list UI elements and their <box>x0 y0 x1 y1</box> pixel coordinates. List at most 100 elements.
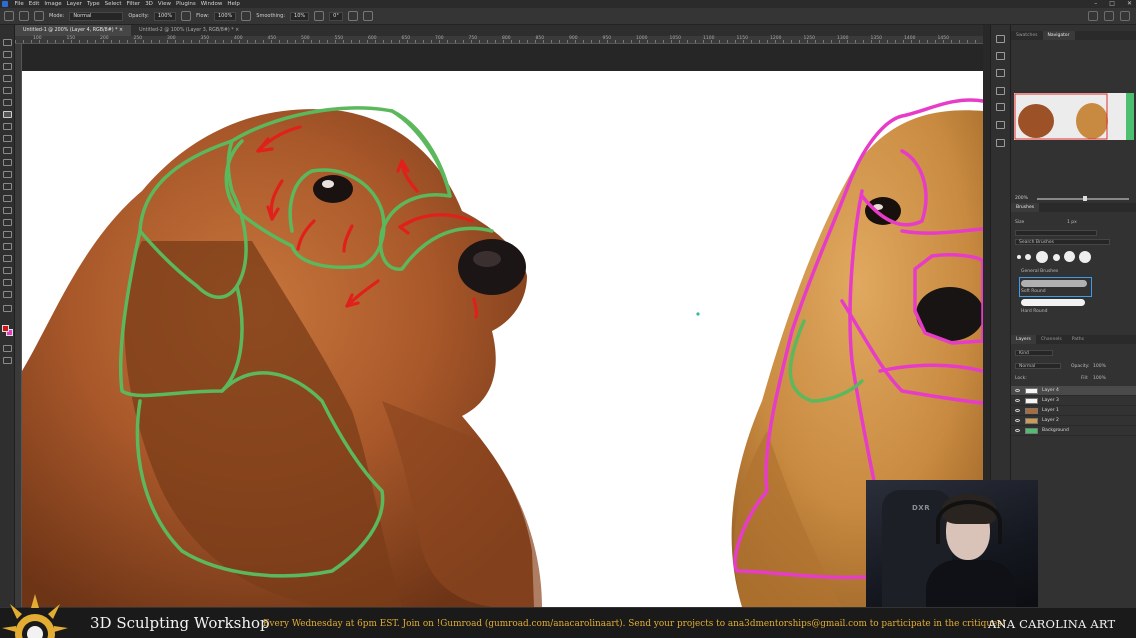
home-icon[interactable] <box>4 11 14 21</box>
zoom-tool-icon[interactable] <box>3 291 12 298</box>
document-canvas[interactable] <box>22 71 983 607</box>
brush-tool-preset-icon[interactable] <box>19 11 29 21</box>
rotate-view-tool-icon[interactable] <box>3 279 12 286</box>
menu-view[interactable]: View <box>155 0 173 8</box>
airbrush-icon[interactable] <box>241 11 252 21</box>
history-panel-icon[interactable] <box>996 35 1005 43</box>
brush-tool-icon[interactable] <box>3 111 12 118</box>
mode-select[interactable]: Normal <box>69 11 124 21</box>
layer-filter-select[interactable]: Kind <box>1015 350 1053 356</box>
quick-mask-icon[interactable] <box>3 345 12 352</box>
menu-edit[interactable]: Edit <box>26 0 42 8</box>
clone-stamp-tool-icon[interactable] <box>3 147 12 154</box>
menu-filter[interactable]: Filter <box>124 0 143 8</box>
tab-channels[interactable]: Channels <box>1036 335 1067 344</box>
angle-field[interactable]: 0° <box>329 11 343 21</box>
layer-row[interactable]: Layer 4 <box>1011 386 1136 396</box>
tab-swatches[interactable]: Swatches <box>1011 31 1043 40</box>
blend-mode-select[interactable]: Normal <box>1015 363 1061 369</box>
properties-panel-icon[interactable] <box>996 139 1005 147</box>
brush-settings-icon[interactable] <box>34 11 44 21</box>
foreground-color-swatch[interactable] <box>2 325 9 332</box>
brush-search-input[interactable]: Search Brushes <box>1015 239 1110 245</box>
pressure-opacity-icon[interactable] <box>181 11 192 21</box>
navigator-zoom-slider[interactable] <box>1037 196 1129 201</box>
minimize-button[interactable]: – <box>1094 0 1097 8</box>
doc-tab-untitled-1[interactable]: Untitled-1 @ 200% (Layer 4, RGB/8#) * × <box>15 25 132 36</box>
brush-preset-4[interactable] <box>1053 254 1060 261</box>
smoothing-gear-icon[interactable] <box>314 11 325 21</box>
eyedropper-tool-icon[interactable] <box>3 123 12 130</box>
type-tool-icon[interactable] <box>3 231 12 238</box>
gradient-tool-icon[interactable] <box>3 183 12 190</box>
blur-tool-icon[interactable] <box>3 195 12 202</box>
move-tool-icon[interactable] <box>3 39 12 46</box>
search-icon[interactable] <box>1088 11 1098 21</box>
brush-settings-panel-icon[interactable] <box>996 87 1005 95</box>
menu-plugins[interactable]: Plugins <box>173 0 198 8</box>
menu-3d[interactable]: 3D <box>143 0 156 8</box>
layer-row[interactable]: Layer 3 <box>1011 396 1136 406</box>
eye-icon[interactable] <box>1015 389 1020 392</box>
brush-size-value[interactable]: 1 px <box>1067 220 1077 225</box>
flow-field[interactable]: 100% <box>214 11 237 21</box>
hard-round-preview[interactable] <box>1021 299 1085 306</box>
quick-select-tool-icon[interactable] <box>3 75 12 82</box>
marquee-tool-icon[interactable] <box>3 51 12 58</box>
healing-tool-icon[interactable] <box>3 135 12 142</box>
share-icon[interactable] <box>1120 11 1130 21</box>
brush-preset-5[interactable] <box>1064 251 1075 262</box>
menu-type[interactable]: Type <box>84 0 102 8</box>
tab-layers[interactable]: Layers <box>1011 335 1036 344</box>
actions-panel-icon[interactable] <box>996 52 1005 60</box>
tab-paths[interactable]: Paths <box>1067 335 1089 344</box>
layer-row[interactable]: Layer 1 <box>1011 406 1136 416</box>
hand-tool-icon[interactable] <box>3 267 12 274</box>
lasso-tool-icon[interactable] <box>3 63 12 70</box>
layer-opacity-value[interactable]: 100% <box>1093 364 1106 369</box>
screen-mode-icon[interactable] <box>3 357 12 364</box>
tab-navigator[interactable]: Navigator <box>1042 31 1075 40</box>
smoothing-field[interactable]: 10% <box>290 11 310 21</box>
brush-preset-3[interactable] <box>1036 251 1048 263</box>
frame-tool-icon[interactable] <box>3 99 12 106</box>
navigator-thumbnail[interactable] <box>1014 93 1134 140</box>
pressure-size-icon[interactable] <box>347 11 358 21</box>
eye-icon[interactable] <box>1015 429 1020 432</box>
menu-layer[interactable]: Layer <box>64 0 84 8</box>
doc-tab-untitled-2[interactable]: Untitled-2 @ 100% (Layer 3, RGB/8#) * × <box>131 25 247 36</box>
layer-row[interactable]: Layer 2 <box>1011 416 1136 426</box>
menu-window[interactable]: Window <box>198 0 225 8</box>
menu-image[interactable]: Image <box>42 0 64 8</box>
more-tools-icon[interactable] <box>3 305 12 312</box>
brush-group-label[interactable]: General Brushes <box>1021 269 1058 274</box>
close-button[interactable]: ✕ <box>1127 0 1132 8</box>
opacity-field[interactable]: 100% <box>153 11 177 21</box>
symmetry-icon[interactable] <box>362 11 373 21</box>
path-select-tool-icon[interactable] <box>3 243 12 250</box>
brush-size-slider[interactable] <box>1015 230 1097 236</box>
menu-select[interactable]: Select <box>102 0 124 8</box>
eye-icon[interactable] <box>1015 399 1020 402</box>
dodge-tool-icon[interactable] <box>3 207 12 214</box>
pen-tool-icon[interactable] <box>3 219 12 226</box>
eye-icon[interactable] <box>1015 419 1020 422</box>
brush-preset-1[interactable] <box>1017 255 1021 259</box>
brush-preset-6[interactable] <box>1079 251 1091 263</box>
crop-tool-icon[interactable] <box>3 87 12 94</box>
menu-file[interactable]: File <box>12 0 26 8</box>
navigator-zoom-value[interactable]: 200% <box>1015 196 1028 201</box>
tool-presets-panel-icon[interactable] <box>996 121 1005 129</box>
brush-preset-2[interactable] <box>1025 254 1031 260</box>
eye-icon[interactable] <box>1015 409 1020 412</box>
workspace-icon[interactable] <box>1104 11 1114 21</box>
eraser-tool-icon[interactable] <box>3 171 12 178</box>
tab-brushes[interactable]: Brushes <box>1011 203 1040 212</box>
menu-help[interactable]: Help <box>225 0 243 8</box>
clone-source-panel-icon[interactable] <box>996 103 1005 111</box>
shape-tool-icon[interactable] <box>3 255 12 262</box>
maximize-button[interactable]: □ <box>1109 0 1115 8</box>
info-panel-icon[interactable] <box>996 69 1005 77</box>
history-brush-tool-icon[interactable] <box>3 159 12 166</box>
fill-value[interactable]: 100% <box>1093 376 1106 381</box>
